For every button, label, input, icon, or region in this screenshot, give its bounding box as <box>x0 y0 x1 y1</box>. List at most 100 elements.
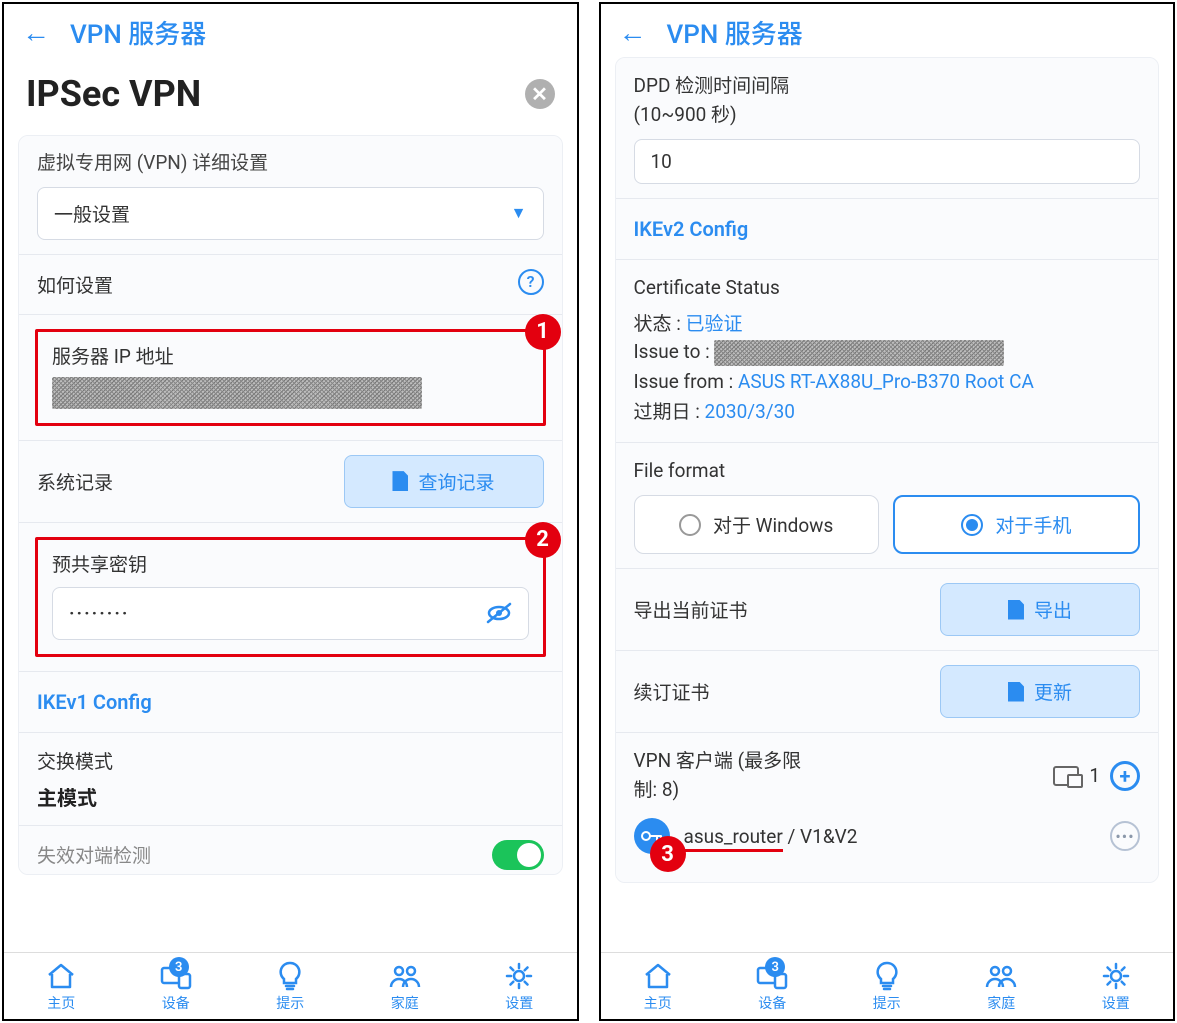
nav-home[interactable]: 主页 <box>44 961 78 1013</box>
nav-family-label: 家庭 <box>987 993 1015 1013</box>
expire-line: 过期日 : 2030/3/30 <box>634 397 1141 424</box>
radio-circle-icon <box>679 514 701 536</box>
exchange-mode-section: 交换模式 主模式 <box>19 733 562 826</box>
dpd-interval-section: DPD 检测时间间隔 (10~900 秒) 10 <box>616 58 1159 199</box>
dpd-interval-unit: (10~900 秒) <box>634 101 1141 130</box>
home-icon <box>641 961 675 991</box>
renew-button[interactable]: 更新 <box>940 665 1140 718</box>
server-ip-section: 1 服务器 IP 地址 <box>19 315 562 441</box>
issue-to-label: Issue to : <box>634 340 715 363</box>
status-value: 已验证 <box>686 312 743 335</box>
nav-settings-label: 设置 <box>505 993 533 1013</box>
nav-devices-badge: 3 <box>169 957 189 977</box>
dpd-toggle[interactable] <box>492 840 544 870</box>
dpd-interval-label: DPD 检测时间间隔 <box>634 72 1141 101</box>
nav-hints-label: 提示 <box>873 993 901 1013</box>
vpn-client-count: 1 + <box>1053 761 1140 791</box>
vpn-client-section: VPN 客户端 (最多限制: 8) 1 + asus_router / V1&V… <box>616 733 1159 882</box>
renew-cert-section: 续订证书 更新 <box>616 651 1159 733</box>
detail-settings-select[interactable]: 一般设置 ▼ <box>37 187 544 240</box>
nav-settings[interactable]: 设置 <box>502 961 536 1013</box>
dpd-label: 失效对端检测 <box>37 841 151 868</box>
home-icon <box>44 961 78 991</box>
file-format-radios: 对于 Windows 对于手机 <box>634 495 1141 554</box>
issue-from-label: Issue from : <box>634 370 738 393</box>
bottom-nav: 主页 3 设备 提示 家庭 设置 <box>601 952 1174 1019</box>
help-icon[interactable]: ? <box>518 269 544 295</box>
syslog-section: 系统记录 查询记录 <box>19 441 562 523</box>
annotation-badge-1: 1 <box>525 314 561 350</box>
psk-value: ········ <box>69 602 129 625</box>
left-content: 虚拟专用网 (VPN) 详细设置 一般设置 ▼ 如何设置 ? 1 服务器 IP … <box>4 135 577 952</box>
bulb-icon <box>870 961 904 991</box>
annotation-box-1: 1 服务器 IP 地址 <box>35 329 546 426</box>
add-client-button[interactable]: + <box>1110 761 1140 791</box>
select-value: 一般设置 <box>54 200 130 227</box>
family-icon <box>388 961 422 991</box>
issue-from-line: Issue from : ASUS RT-AX88U_Pro-B370 Root… <box>634 370 1141 393</box>
annotation-box-2: 2 预共享密钥 ········ <box>35 537 546 657</box>
psk-input[interactable]: ········ <box>52 587 529 640</box>
bulb-icon <box>273 961 307 991</box>
document-icon <box>1008 600 1024 620</box>
nav-settings[interactable]: 设置 <box>1099 961 1133 1013</box>
back-button[interactable]: ← <box>619 16 647 49</box>
export-cert-section: 导出当前证书 导出 <box>616 569 1159 651</box>
radio-windows[interactable]: 对于 Windows <box>634 495 879 554</box>
issue-from-value: ASUS RT-AX88U_Pro-B370 Root CA <box>738 370 1034 393</box>
nav-home-label: 主页 <box>644 993 672 1013</box>
nav-devices[interactable]: 3 设备 <box>755 961 789 1013</box>
file-format-label: File format <box>634 457 1141 486</box>
export-button-label: 导出 <box>1034 596 1072 623</box>
ikev1-config-title: IKEv1 Config <box>19 672 562 733</box>
nav-home-label: 主页 <box>47 993 75 1013</box>
nav-hints[interactable]: 提示 <box>870 961 904 1013</box>
document-icon <box>392 471 408 491</box>
syslog-label: 系统记录 <box>37 468 113 495</box>
renew-button-label: 更新 <box>1034 678 1072 705</box>
cert-status-section: Certificate Status 状态 : 已验证 Issue to : I… <box>616 260 1159 443</box>
psk-section: 2 预共享密钥 ········ <box>19 523 562 672</box>
family-icon <box>984 961 1018 991</box>
dpd-interval-value: 10 <box>651 150 672 173</box>
dpd-toggle-section: 失效对端检测 <box>19 826 562 874</box>
header-title: VPN 服务器 <box>667 14 803 51</box>
nav-family[interactable]: 家庭 <box>984 961 1018 1013</box>
cert-status-line: 状态 : 已验证 <box>634 309 1141 336</box>
chevron-down-icon: ▼ <box>511 203 527 223</box>
back-button[interactable]: ← <box>22 16 50 49</box>
renew-label: 续订证书 <box>634 678 710 705</box>
query-log-button[interactable]: 查询记录 <box>344 455 544 508</box>
visibility-off-icon[interactable] <box>486 602 512 624</box>
nav-settings-label: 设置 <box>1102 993 1130 1013</box>
nav-devices[interactable]: 3 设备 <box>159 961 193 1013</box>
status-label: 状态 : <box>634 312 686 335</box>
nav-home[interactable]: 主页 <box>641 961 675 1013</box>
settings-card: DPD 检测时间间隔 (10~900 秒) 10 IKEv2 Config Ce… <box>615 57 1160 883</box>
expire-value: 2030/3/30 <box>705 400 795 423</box>
dpd-interval-input[interactable]: 10 <box>634 139 1141 184</box>
client-count-value: 1 <box>1089 764 1100 787</box>
more-icon[interactable]: ••• <box>1110 821 1140 851</box>
server-ip-label: 服务器 IP 地址 <box>52 342 529 369</box>
expire-label: 过期日 : <box>634 400 705 423</box>
nav-devices-label: 设备 <box>758 993 786 1013</box>
right-screen: ← VPN 服务器 DPD 检测时间间隔 (10~900 秒) 10 IKEv2… <box>599 2 1176 1021</box>
vpn-client-name: asus_router / V1&V2 <box>684 825 1111 848</box>
nav-family[interactable]: 家庭 <box>388 961 422 1013</box>
header: ← VPN 服务器 <box>4 4 577 57</box>
vpn-client-limit-label: VPN 客户端 (最多限制: 8) <box>634 747 802 804</box>
export-button[interactable]: 导出 <box>940 583 1140 636</box>
howto-section: 如何设置 ? <box>19 255 562 315</box>
page-title: IPSec VPN <box>26 73 201 115</box>
radio-windows-label: 对于 Windows <box>713 511 833 538</box>
close-icon[interactable]: ✕ <box>525 79 555 109</box>
detail-settings-section: 虚拟专用网 (VPN) 详细设置 一般设置 ▼ <box>19 136 562 255</box>
header-title: VPN 服务器 <box>70 14 206 51</box>
detail-settings-label: 虚拟专用网 (VPN) 详细设置 <box>37 150 544 177</box>
bottom-nav: 主页 3 设备 提示 家庭 设置 <box>4 952 577 1019</box>
vpn-client-row[interactable]: asus_router / V1&V2 ••• 3 <box>634 818 1141 854</box>
annotation-badge-3: 3 <box>650 836 686 872</box>
radio-phone[interactable]: 对于手机 <box>893 495 1140 554</box>
nav-hints[interactable]: 提示 <box>273 961 307 1013</box>
